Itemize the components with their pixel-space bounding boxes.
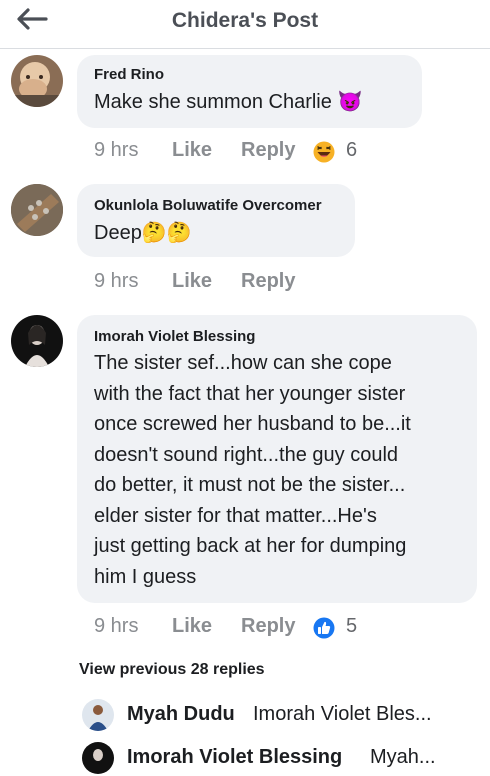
reply-button[interactable]: Reply xyxy=(241,615,295,638)
top-bar: Chidera's Post xyxy=(0,0,490,49)
comment-author[interactable]: Okunlola Boluwatife Overcomer xyxy=(94,197,322,214)
comment-meta: 9 hrs Like Reply 5 xyxy=(94,615,394,641)
comment-author[interactable]: Imorah Violet Blessing xyxy=(94,328,255,345)
comment-meta: 9 hrs Like Reply xyxy=(94,270,394,296)
like-button[interactable]: Like xyxy=(172,615,212,638)
comment-time: 9 hrs xyxy=(94,270,139,292)
comment-line: once screwed her husband to be...it xyxy=(94,413,411,435)
comment-line: just getting back at her for dumping xyxy=(94,535,407,557)
comment-line: do better, it must not be the sister... xyxy=(94,474,406,496)
thinking-emoji: 🤔🤔 xyxy=(141,222,192,245)
like-button[interactable]: Like xyxy=(172,139,212,162)
comment-line: with the fact that her younger sister xyxy=(94,382,406,405)
avatar[interactable] xyxy=(11,184,63,236)
comment-text: Deep🤔🤔 xyxy=(94,218,192,249)
avatar[interactable] xyxy=(11,315,63,367)
reaction-count: 5 xyxy=(346,615,358,637)
comment-text: The sister sef...how can she cope with t… xyxy=(94,348,472,592)
comment-line: elder sister for that matter...He's xyxy=(94,504,377,527)
comment-text: Make she summon Charlie 😈 xyxy=(94,87,362,118)
reply-preview[interactable]: Myah Dudu Imorah Violet Bles... xyxy=(82,699,482,733)
reply-author: Myah Dudu xyxy=(127,703,235,725)
comment-time: 9 hrs xyxy=(94,615,139,637)
reply-preview[interactable]: Imorah Violet Blessing Myah... xyxy=(82,742,482,776)
comment-meta: 9 hrs Like Reply 6 xyxy=(94,139,394,165)
reply-button[interactable]: Reply xyxy=(241,270,295,293)
reply-text: Imorah Violet Bles... xyxy=(253,703,432,725)
reply-author: Imorah Violet Blessing xyxy=(127,746,343,768)
comment-text-body: Deep xyxy=(94,222,142,244)
comment-time: 9 hrs xyxy=(94,139,139,161)
comment-line: The sister sef...how can she cope xyxy=(94,352,392,374)
laughing-emoji-icon[interactable] xyxy=(313,141,335,163)
comment-author[interactable]: Fred Rino xyxy=(94,66,164,83)
avatar[interactable] xyxy=(11,55,63,107)
avatar xyxy=(82,699,114,731)
view-previous-replies-link[interactable]: View previous 28 replies xyxy=(79,661,265,679)
reply-text: Myah... xyxy=(370,746,436,768)
like-button[interactable]: Like xyxy=(172,270,212,293)
devil-emoji: 😈 xyxy=(337,91,363,114)
thumbs-up-icon[interactable] xyxy=(313,617,335,639)
reply-button[interactable]: Reply xyxy=(241,139,295,162)
avatar xyxy=(82,742,114,774)
comment-line: doesn't sound right...the guy could xyxy=(94,443,399,466)
comment-line: him I guess xyxy=(94,565,197,588)
comment-text-body: Make she summon Charlie xyxy=(94,91,332,113)
reaction-count: 6 xyxy=(346,139,358,161)
page-title: Chidera's Post xyxy=(171,9,319,32)
